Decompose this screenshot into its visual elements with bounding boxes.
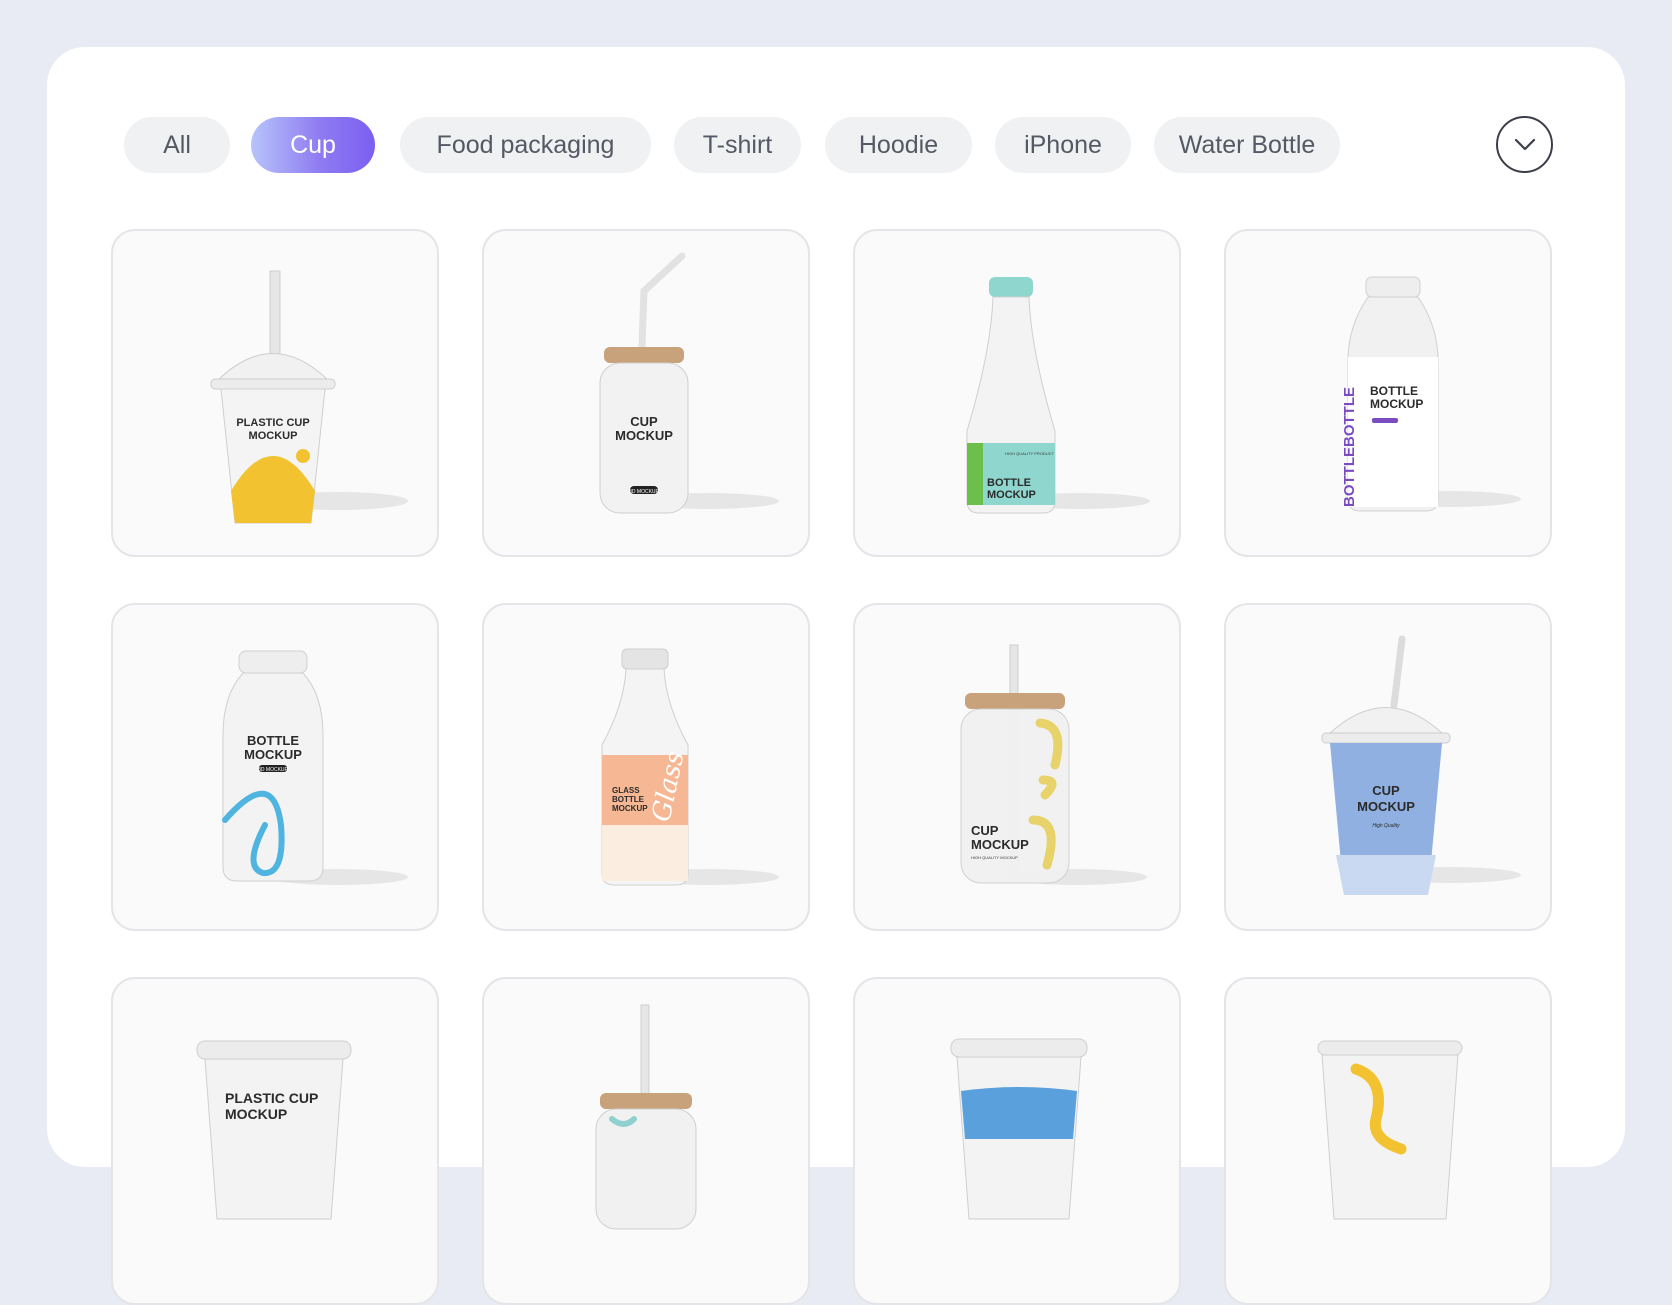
svg-text:High Quality: High Quality	[1372, 823, 1400, 829]
filter-chip-cup[interactable]: Cup	[251, 117, 375, 173]
blue-dome-cup-mockup-image: CUP MOCKUP High Quality	[1321, 635, 1521, 895]
mockup-card-glass-can-partial[interactable]	[482, 977, 810, 1305]
glass-can-cup-mockup-image: CUP MOCKUP 3D MOCKUP	[599, 252, 779, 514]
svg-text:MOCKUP: MOCKUP	[971, 837, 1029, 852]
svg-text:MOCKUP: MOCKUP	[612, 804, 648, 813]
svg-text:CUP: CUP	[1372, 783, 1400, 798]
mockup-card-glass-milk-bottle[interactable]: GLASS BOTTLE MOCKUP Glass	[482, 603, 810, 931]
mockup-card-white-bottle[interactable]: BOTTLEBOTTLE BOTTLE MOCKUP	[1224, 229, 1552, 557]
mockup-card-tall-bottle[interactable]: HIGH QUALITY PRODUCT BOTTLE MOCKUP	[853, 229, 1181, 557]
svg-text:MOCKUP: MOCKUP	[615, 428, 673, 443]
svg-text:CUP: CUP	[630, 414, 658, 429]
filter-chip-iphone[interactable]: iPhone	[995, 117, 1131, 173]
more-categories-button[interactable]	[1496, 116, 1553, 173]
filter-chip-water-bottle[interactable]: Water Bottle	[1154, 117, 1340, 173]
svg-text:MOCKUP: MOCKUP	[244, 747, 302, 762]
tall-bottle-mockup-image: HIGH QUALITY PRODUCT BOTTLE MOCKUP	[966, 277, 1150, 514]
svg-text:HIGH QUALITY MOCKUP: HIGH QUALITY MOCKUP	[971, 855, 1018, 860]
mockup-card-yellow-ribbon-cup[interactable]	[1224, 977, 1552, 1305]
svg-text:CUP: CUP	[971, 823, 999, 838]
mockup-card-glass-can-cup[interactable]: CUP MOCKUP 3D MOCKUP	[482, 229, 810, 557]
svg-text:3D MOCKUP: 3D MOCKUP	[629, 489, 659, 495]
mockup-card-glass-can-straw[interactable]: CUP MOCKUP HIGH QUALITY MOCKUP	[853, 603, 1181, 931]
yellow-ribbon-cup-mockup-image	[1317, 1040, 1463, 1220]
glass-can-partial-mockup-image	[595, 1004, 697, 1230]
svg-text:MOCKUP: MOCKUP	[987, 489, 1036, 501]
glass-milk-bottle-mockup-image: GLASS BOTTLE MOCKUP Glass	[601, 648, 779, 886]
svg-text:BOTTLE: BOTTLE	[612, 795, 645, 804]
svg-text:GLASS: GLASS	[612, 786, 640, 795]
svg-text:MOCKUP: MOCKUP	[1370, 397, 1423, 411]
filter-chip-t-shirt[interactable]: T-shirt	[674, 117, 801, 173]
white-bottle-mockup-image: BOTTLEBOTTLE BOTTLE MOCKUP	[1341, 276, 1521, 512]
svg-text:3D MOCKUP: 3D MOCKUP	[258, 767, 288, 773]
glass-can-straw-mockup-image: CUP MOCKUP HIGH QUALITY MOCKUP	[960, 644, 1147, 885]
svg-text:MOCKUP: MOCKUP	[225, 1106, 287, 1122]
svg-text:HIGH QUALITY PRODUCT: HIGH QUALITY PRODUCT	[1005, 451, 1055, 456]
mockup-card-blue-band-cup[interactable]	[853, 977, 1181, 1305]
svg-text:BOTTLE: BOTTLE	[1370, 384, 1418, 398]
flat-lid-cup-mockup-image: PLASTIC CUP MOCKUP	[196, 1040, 352, 1220]
svg-text:BOTTLE: BOTTLE	[987, 477, 1031, 489]
milk-bottle-mockup-image: BOTTLE MOCKUP 3D MOCKUP	[222, 650, 408, 885]
mockup-card-blue-dome-cup[interactable]: CUP MOCKUP High Quality	[1224, 603, 1552, 931]
mockup-card-plastic-cup[interactable]: PLASTIC CUP MOCKUP	[111, 229, 439, 557]
filter-chip-food-packaging[interactable]: Food packaging	[400, 117, 651, 173]
blue-band-cup-mockup-image	[950, 1038, 1088, 1220]
plastic-cup-mockup-image: PLASTIC CUP MOCKUP	[210, 270, 408, 524]
mockup-card-flat-lid-cup[interactable]: PLASTIC CUP MOCKUP	[111, 977, 439, 1305]
svg-text:MOCKUP: MOCKUP	[249, 430, 298, 442]
svg-text:PLASTIC CUP: PLASTIC CUP	[236, 417, 309, 429]
filter-chip-all[interactable]: All	[124, 117, 230, 173]
category-filter-bar: All Cup Food packaging T-shirt Hoodie iP…	[124, 117, 1554, 173]
svg-text:BOTTLEBOTTLE: BOTTLEBOTTLE	[1341, 387, 1358, 507]
chevron-down-icon	[1514, 138, 1535, 150]
svg-text:MOCKUP: MOCKUP	[1357, 799, 1415, 814]
filter-chip-hoodie[interactable]: Hoodie	[825, 117, 972, 173]
svg-text:PLASTIC CUP: PLASTIC CUP	[225, 1090, 318, 1106]
svg-text:BOTTLE: BOTTLE	[247, 733, 299, 748]
mockup-card-milk-bottle[interactable]: BOTTLE MOCKUP 3D MOCKUP	[111, 603, 439, 931]
